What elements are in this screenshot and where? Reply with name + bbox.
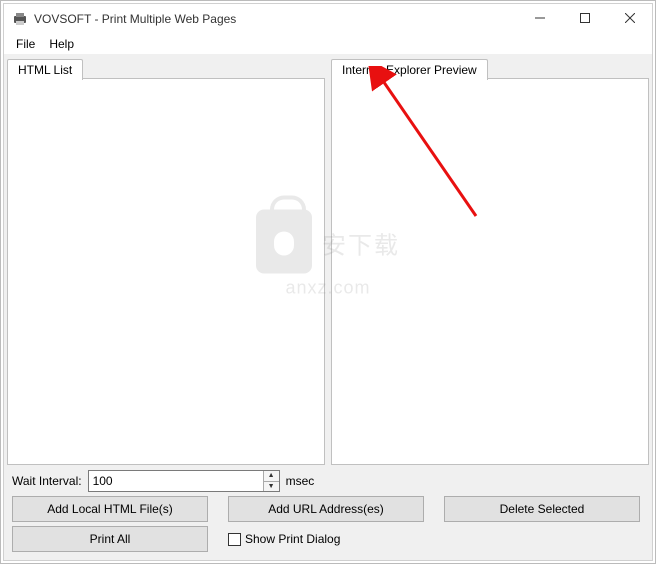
preview-panel: Internet Explorer Preview xyxy=(330,56,650,466)
add-url-button[interactable]: Add URL Address(es) xyxy=(228,496,424,522)
add-local-html-button[interactable]: Add Local HTML File(s) xyxy=(12,496,208,522)
spinner-down-icon[interactable]: ▼ xyxy=(264,482,279,492)
close-button[interactable] xyxy=(607,4,652,32)
menubar: File Help xyxy=(4,34,652,54)
html-list-body[interactable] xyxy=(7,79,325,465)
printer-icon xyxy=(12,11,28,27)
menu-help[interactable]: Help xyxy=(43,35,80,53)
wait-interval-spinner[interactable]: ▲ ▼ xyxy=(88,470,280,492)
show-print-dialog-checkbox[interactable]: Show Print Dialog xyxy=(228,532,340,546)
window-title: VOVSOFT - Print Multiple Web Pages xyxy=(34,12,517,26)
preview-body[interactable] xyxy=(331,79,649,465)
msec-label: msec xyxy=(286,474,315,488)
show-print-dialog-label: Show Print Dialog xyxy=(245,532,340,546)
menu-file[interactable]: File xyxy=(10,35,41,53)
checkbox-box-icon xyxy=(228,533,241,546)
window-controls xyxy=(517,4,652,34)
wait-interval-label: Wait Interval: xyxy=(12,474,82,488)
spinner-up-icon[interactable]: ▲ xyxy=(264,471,279,482)
tab-ie-preview[interactable]: Internet Explorer Preview xyxy=(331,59,488,80)
minimize-button[interactable] xyxy=(517,4,562,32)
wait-interval-input[interactable] xyxy=(89,471,263,491)
tab-html-list[interactable]: HTML List xyxy=(7,59,83,80)
maximize-button[interactable] xyxy=(562,4,607,32)
print-all-button[interactable]: Print All xyxy=(12,526,208,552)
titlebar: VOVSOFT - Print Multiple Web Pages xyxy=(4,4,652,34)
html-list-panel: HTML List xyxy=(6,56,326,466)
delete-selected-button[interactable]: Delete Selected xyxy=(444,496,640,522)
